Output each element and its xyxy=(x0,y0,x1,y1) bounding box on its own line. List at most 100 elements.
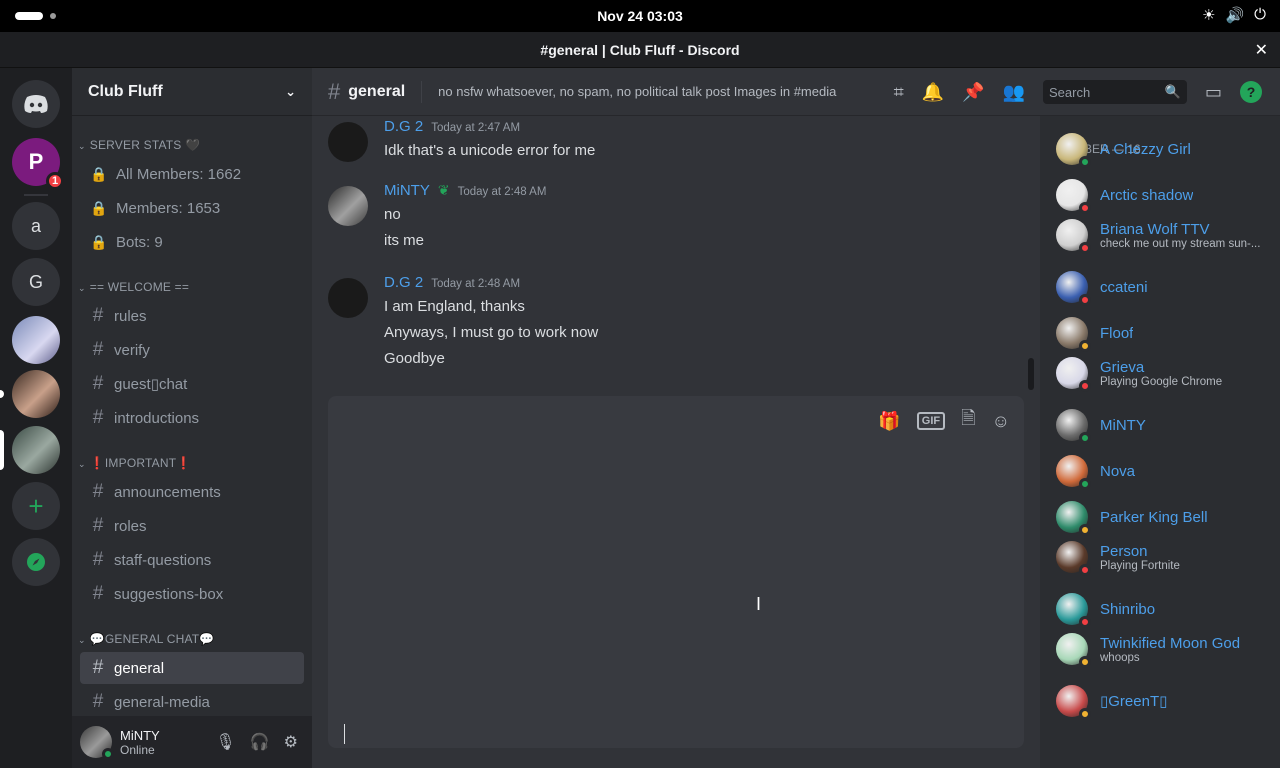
gear-icon[interactable]: ⚙ xyxy=(284,732,298,752)
member-item[interactable]: ccateni xyxy=(1056,266,1276,308)
channel-general[interactable]: # general xyxy=(80,652,304,684)
message-author[interactable]: D.G 2 xyxy=(384,118,423,135)
gif-button[interactable]: GIF xyxy=(916,412,946,430)
server-icon-g[interactable]: G xyxy=(12,258,60,306)
hash-icon: # xyxy=(92,373,104,394)
message-composer[interactable]: 🎁 GIF 🗎 ☺ I xyxy=(328,396,1024,748)
member-item[interactable]: A Chezzy Girl xyxy=(1056,128,1276,170)
message-author[interactable]: MiNTY xyxy=(384,182,430,199)
channel-topic[interactable]: no nsfw whatsoever, no spam, no politica… xyxy=(438,84,836,99)
search-input[interactable]: Search 🔍 xyxy=(1042,80,1187,104)
hash-icon: # xyxy=(328,78,341,104)
channel-label: Bots: 9 xyxy=(116,233,163,251)
message-author[interactable]: D.G 2 xyxy=(384,274,423,291)
message-list: D.G 2 Today at 2:47 AM Idk that's a unic… xyxy=(312,116,1040,390)
member-item[interactable]: Nova xyxy=(1056,450,1276,492)
bell-icon[interactable]: 🔔 xyxy=(922,82,944,103)
member-activity: whoops xyxy=(1100,651,1140,664)
category-caret-icon: ⌄ xyxy=(78,459,86,469)
member-name: MiNTY xyxy=(1100,416,1146,434)
channel-label: introductions xyxy=(114,409,200,427)
header-toolbar: ⌗ 🔔 📌 👥 Search 🔍 ▭ ? xyxy=(894,80,1262,104)
member-item[interactable]: Floof xyxy=(1056,312,1276,354)
member-list-icon[interactable]: 👥 xyxy=(1003,82,1025,103)
unread-indicator xyxy=(0,390,4,398)
member-item[interactable]: Grieva Playing Google Chrome xyxy=(1056,352,1276,394)
mouse-ibeam-cursor: I xyxy=(756,594,762,614)
hash-icon: # xyxy=(92,305,104,326)
gift-icon[interactable]: 🎁 xyxy=(878,411,900,432)
server-separator xyxy=(24,194,48,196)
pin-icon[interactable]: 📌 xyxy=(962,82,984,103)
avatar[interactable] xyxy=(328,186,368,226)
channel-announcements[interactable]: # announcements xyxy=(80,476,304,508)
help-icon[interactable]: ? xyxy=(1240,81,1262,103)
inbox-icon[interactable]: ▭ xyxy=(1205,82,1222,103)
stat-channel[interactable]: 🔒 Members: 1653 xyxy=(80,192,304,224)
channel-staff-questions[interactable]: # staff-questions xyxy=(80,544,304,576)
category-general-chat[interactable]: ⌄ 💬GENERAL CHAT💬 xyxy=(78,632,214,646)
headphones-icon[interactable]: 🎧 xyxy=(250,732,270,752)
status-dot xyxy=(1079,478,1091,490)
member-activity: Playing Google Chrome xyxy=(1100,375,1223,388)
power-icon: ⏻ xyxy=(1254,6,1266,23)
chat-area: # general no nsfw whatsoever, no spam, n… xyxy=(312,68,1280,768)
system-clock[interactable]: Nov 24 03:03 xyxy=(0,8,1280,24)
server-header[interactable]: Club Fluff ⌄ xyxy=(72,68,312,116)
channel-introductions[interactable]: # introductions xyxy=(80,402,304,434)
stat-channel[interactable]: 🔒 Bots: 9 xyxy=(80,226,304,258)
chevron-down-icon: ⌄ xyxy=(285,83,296,99)
emoji-icon[interactable]: ☺ xyxy=(992,411,1010,432)
explore-servers-button[interactable] xyxy=(12,538,60,586)
message-group[interactable]: MiNTY ❦ Today at 2:48 AM no its me xyxy=(328,182,1028,262)
member-item[interactable]: Briana Wolf TTV check me out my stream su… xyxy=(1056,214,1276,256)
member-item[interactable]: ▯GreenT▯ xyxy=(1056,680,1276,722)
selected-server-indicator xyxy=(0,430,4,470)
message-scrollbar[interactable] xyxy=(1028,358,1034,390)
member-item[interactable]: MiNTY xyxy=(1056,404,1276,446)
avatar xyxy=(1056,685,1091,720)
system-tray[interactable]: ☀ 🔊 ⏻ xyxy=(1202,6,1266,24)
category-welcome[interactable]: ⌄ == WELCOME == xyxy=(78,280,189,294)
channel-roles[interactable]: # roles xyxy=(80,510,304,542)
home-button[interactable] xyxy=(12,80,60,128)
username: MiNTY xyxy=(120,727,160,743)
close-window-button[interactable]: ✕ xyxy=(1255,40,1268,60)
hash-icon: # xyxy=(92,549,104,570)
avatar xyxy=(1056,541,1091,576)
user-info[interactable]: MiNTY Online xyxy=(120,728,215,757)
category-server-stats[interactable]: ⌄ SERVER STATS 🖤 xyxy=(78,138,200,152)
microphone-icon[interactable]: 🎙 xyxy=(215,732,235,752)
avatar[interactable] xyxy=(328,278,368,318)
server-icon-anime[interactable] xyxy=(12,316,60,364)
server-icon-portrait[interactable] xyxy=(12,370,60,418)
member-item[interactable]: Twinkified Moon God whoops xyxy=(1056,628,1276,670)
member-item[interactable]: Parker King Bell xyxy=(1056,496,1276,538)
stat-channel[interactable]: 🔒 All Members: 1662 xyxy=(80,158,304,190)
server-initial: a xyxy=(30,215,41,236)
message-group[interactable]: D.G 2 Today at 2:48 AM I am England, tha… xyxy=(328,274,1028,374)
member-item[interactable]: Person Playing Fortnite xyxy=(1056,536,1276,578)
add-server-button[interactable]: + xyxy=(12,482,60,530)
message-group[interactable]: D.G 2 Today at 2:47 AM Idk that's a unic… xyxy=(328,118,1028,178)
channel-verify[interactable]: # verify xyxy=(80,334,304,366)
member-text: Nova xyxy=(1100,463,1135,480)
channel-rules[interactable]: # rules xyxy=(80,300,304,332)
member-name: Arctic shadow xyxy=(1100,186,1194,204)
server-icon-a[interactable]: a xyxy=(12,202,60,250)
member-text: MiNTY xyxy=(1100,417,1146,434)
server-icon-p[interactable]: P 1 xyxy=(12,138,64,190)
category-important[interactable]: ⌄ ❗IMPORTANT❗ xyxy=(78,456,191,470)
server-icon-club-fluff[interactable] xyxy=(12,426,60,474)
member-item[interactable]: Shinribo xyxy=(1056,588,1276,630)
sticker-icon[interactable]: 🗎 xyxy=(961,406,975,436)
message-text: no xyxy=(384,206,401,223)
member-item[interactable]: Arctic shadow xyxy=(1056,174,1276,216)
threads-icon[interactable]: ⌗ xyxy=(894,82,904,103)
avatar[interactable] xyxy=(328,122,368,162)
channel-suggestions-box[interactable]: # suggestions-box xyxy=(80,578,304,610)
avatar[interactable] xyxy=(80,726,114,760)
channel-guest-chat[interactable]: # guest▯chat xyxy=(80,368,304,400)
channel-general-media[interactable]: # general-media xyxy=(80,686,304,718)
member-text: Shinribo xyxy=(1100,601,1155,618)
